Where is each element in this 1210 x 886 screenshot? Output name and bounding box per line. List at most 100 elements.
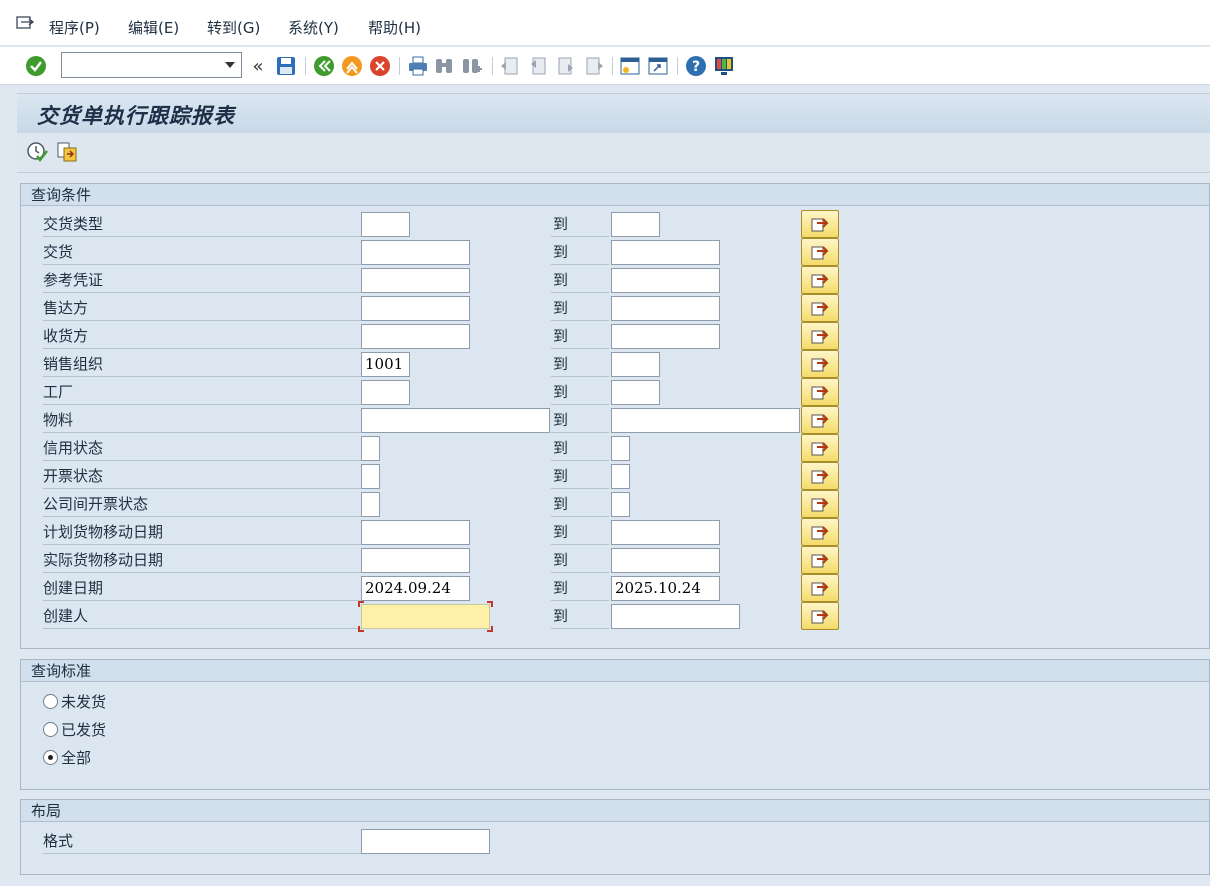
from-field[interactable] xyxy=(361,548,470,573)
cancel-icon[interactable] xyxy=(368,54,392,78)
command-input[interactable] xyxy=(62,53,220,77)
to-field[interactable] xyxy=(611,520,720,545)
multiple-selection-button[interactable] xyxy=(801,490,839,518)
chevron-down-icon[interactable] xyxy=(225,62,235,68)
svg-text:?: ? xyxy=(692,59,700,75)
selection-row: 销售组织 1001 到 xyxy=(21,349,1210,378)
layout-icon[interactable] xyxy=(712,54,736,78)
back-icon[interactable] xyxy=(312,54,336,78)
multiple-selection-button[interactable] xyxy=(801,518,839,546)
multiple-selection-button[interactable] xyxy=(801,602,839,630)
to-field[interactable] xyxy=(611,240,720,265)
radio-label: 已发货 xyxy=(61,720,107,739)
shortcut-icon[interactable] xyxy=(646,54,670,78)
execute-icon[interactable] xyxy=(25,140,49,164)
get-variant-icon[interactable] xyxy=(55,140,79,164)
multiple-selection-button[interactable] xyxy=(801,406,839,434)
from-field[interactable] xyxy=(361,408,550,433)
find-icon[interactable] xyxy=(432,54,456,78)
from-field[interactable] xyxy=(361,296,470,321)
field-label: 计划货物移动日期 xyxy=(43,521,361,545)
radio-option[interactable]: 未发货 xyxy=(43,690,106,712)
format-field[interactable] xyxy=(361,829,490,854)
radio-button-selected[interactable] xyxy=(43,749,58,765)
from-field[interactable] xyxy=(361,268,470,293)
multiple-selection-button[interactable] xyxy=(801,294,839,322)
radio-button[interactable] xyxy=(43,693,58,709)
print-icon[interactable] xyxy=(406,54,430,78)
field-label: 交货类型 xyxy=(43,213,361,237)
query-conditions-group: 查询条件 交货类型 到 交货 到 参考凭证 到 售达方 到 收货方 到 销售组织 xyxy=(20,183,1210,649)
field-label: 实际货物移动日期 xyxy=(43,549,361,573)
to-field[interactable] xyxy=(611,380,660,405)
to-field[interactable]: 2025.10.24 xyxy=(611,576,720,601)
find-next-icon[interactable] xyxy=(460,54,484,78)
to-field[interactable] xyxy=(611,604,740,629)
menu-edit[interactable]: 编辑(E) xyxy=(128,17,179,38)
radio-option[interactable]: 全部 xyxy=(43,746,91,768)
to-label: 到 xyxy=(551,269,609,293)
to-field[interactable] xyxy=(611,212,660,237)
from-field[interactable] xyxy=(361,240,470,265)
group-title: 布局 xyxy=(21,800,1209,822)
to-field[interactable] xyxy=(611,436,630,461)
multiple-selection-button[interactable] xyxy=(801,434,839,462)
multiple-selection-button[interactable] xyxy=(801,266,839,294)
from-field[interactable] xyxy=(361,492,380,517)
radio-button[interactable] xyxy=(43,721,58,737)
menu-program[interactable]: 程序(P) xyxy=(49,17,100,38)
multiple-selection-button[interactable] xyxy=(801,210,839,238)
to-field[interactable] xyxy=(611,548,720,573)
from-field[interactable] xyxy=(361,212,410,237)
selection-row: 创建日期 2024.09.24 到 2025.10.24 xyxy=(21,573,1210,602)
from-field[interactable] xyxy=(361,324,470,349)
multiple-selection-button[interactable] xyxy=(801,574,839,602)
enter-check-icon[interactable] xyxy=(24,54,48,78)
last-page-icon[interactable] xyxy=(582,54,606,78)
application-toolbar xyxy=(17,133,1210,173)
menu-system[interactable]: 系统(Y) xyxy=(288,17,339,38)
collapse-icon[interactable]: « xyxy=(246,54,270,78)
exit-icon[interactable] xyxy=(340,54,364,78)
to-field[interactable] xyxy=(611,296,720,321)
multiple-selection-button[interactable] xyxy=(801,238,839,266)
from-field[interactable]: 2024.09.24 xyxy=(361,576,470,601)
multiple-selection-button[interactable] xyxy=(801,378,839,406)
selection-row: 参考凭证 到 xyxy=(21,265,1210,294)
to-label: 到 xyxy=(551,605,609,629)
save-icon[interactable] xyxy=(274,54,298,78)
multiple-selection-button[interactable] xyxy=(801,546,839,574)
menu-bar: 程序(P) 编辑(E) 转到(G) 系统(Y) 帮助(H) xyxy=(0,0,1210,46)
prev-page-icon[interactable] xyxy=(526,54,550,78)
menu-goto[interactable]: 转到(G) xyxy=(207,17,260,38)
from-field[interactable] xyxy=(361,520,470,545)
multiple-selection-button[interactable] xyxy=(801,350,839,378)
next-page-icon[interactable] xyxy=(554,54,578,78)
to-label: 到 xyxy=(551,325,609,349)
radio-option[interactable]: 已发货 xyxy=(43,718,106,740)
from-field[interactable] xyxy=(361,380,410,405)
multiple-selection-button[interactable] xyxy=(801,322,839,350)
selection-row: 交货 到 xyxy=(21,237,1210,266)
to-field[interactable] xyxy=(611,408,800,433)
selection-row: 售达方 到 xyxy=(21,293,1210,322)
system-menu-icon[interactable] xyxy=(16,15,35,31)
to-field[interactable] xyxy=(611,464,630,489)
to-field[interactable] xyxy=(611,352,660,377)
group-title: 查询标准 xyxy=(21,660,1209,682)
new-session-icon[interactable] xyxy=(618,54,642,78)
multiple-selection-button[interactable] xyxy=(801,462,839,490)
selection-row: 收货方 到 xyxy=(21,321,1210,350)
first-page-icon[interactable] xyxy=(498,54,522,78)
to-field[interactable] xyxy=(611,492,630,517)
command-field[interactable] xyxy=(61,52,242,78)
to-field[interactable] xyxy=(611,268,720,293)
from-field[interactable] xyxy=(361,604,490,629)
from-field[interactable]: 1001 xyxy=(361,352,410,377)
help-icon[interactable]: ? xyxy=(684,54,708,78)
from-field[interactable] xyxy=(361,436,380,461)
from-field[interactable] xyxy=(361,464,380,489)
to-field[interactable] xyxy=(611,324,720,349)
menu-help[interactable]: 帮助(H) xyxy=(368,17,421,38)
to-label: 到 xyxy=(551,437,609,461)
